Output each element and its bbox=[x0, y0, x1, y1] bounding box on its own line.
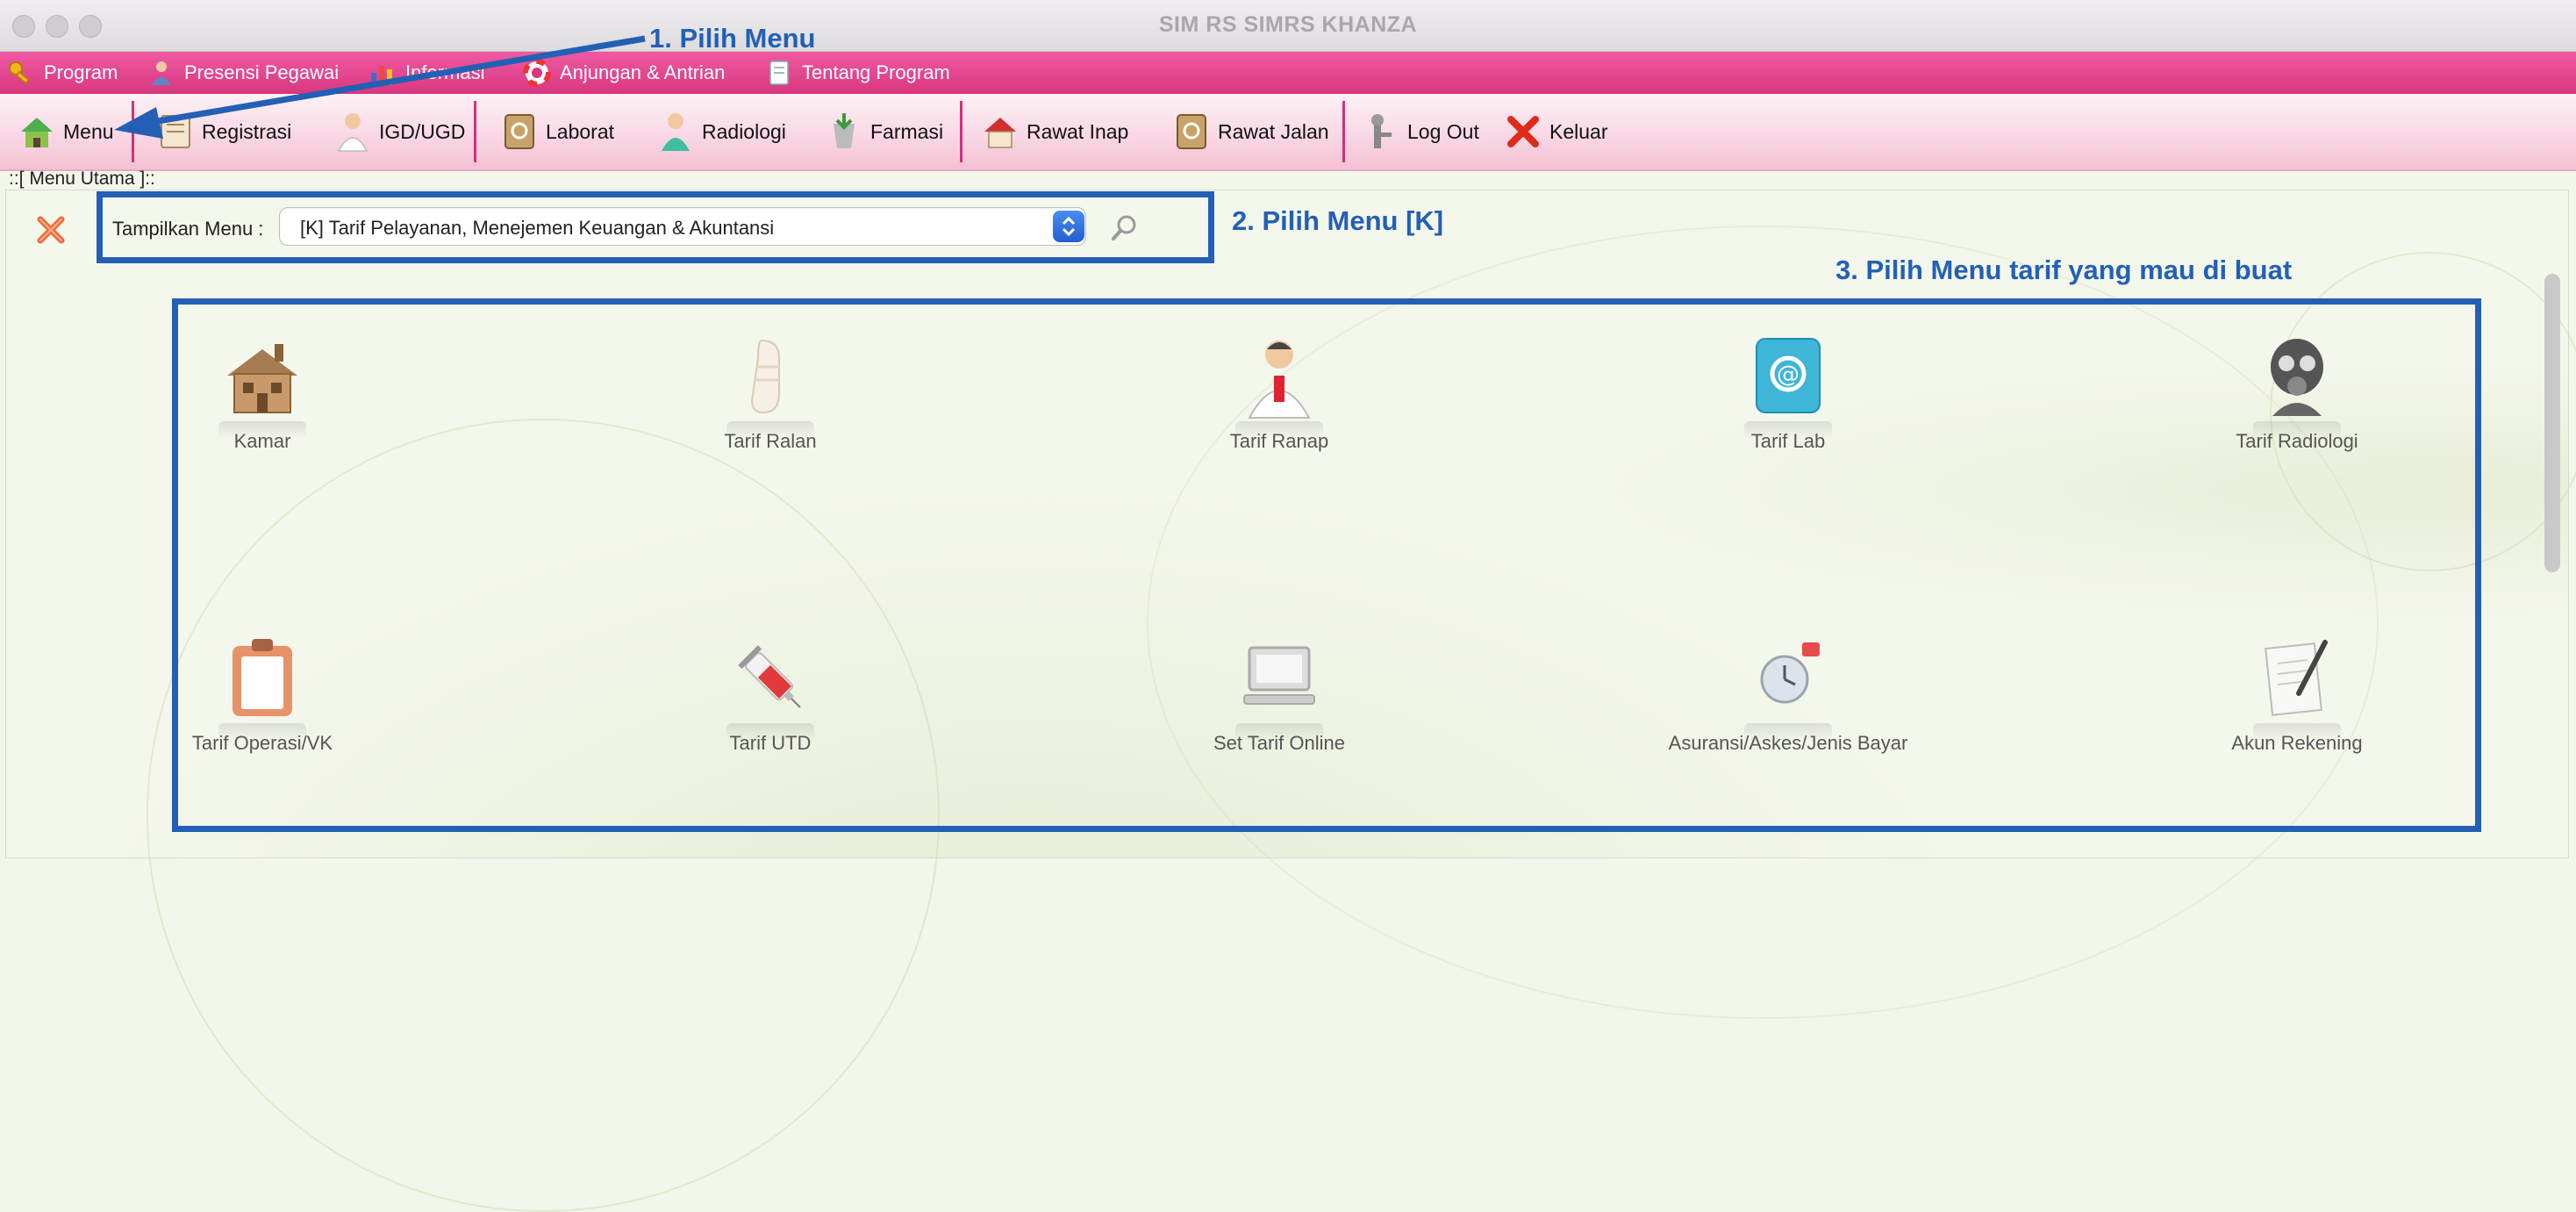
grid-item-akun-rekening[interactable]: Akun Rekening bbox=[2165, 634, 2429, 755]
icon-reflection bbox=[1744, 723, 1832, 741]
syringe-icon bbox=[726, 634, 814, 741]
grid-item-kamar[interactable]: Kamar bbox=[131, 332, 394, 453]
grid-item-tarif-utd[interactable]: Tarif UTD bbox=[639, 634, 902, 755]
icon-reflection bbox=[1744, 421, 1832, 439]
annotation-box-menu-select bbox=[97, 191, 1214, 263]
computer-icon bbox=[1235, 634, 1323, 741]
building-icon bbox=[218, 332, 306, 439]
grid-item-tarif-radiologi[interactable]: Tarif Radiologi bbox=[2165, 332, 2429, 453]
icon-reflection bbox=[1235, 421, 1323, 439]
grid-item-set-tarif-online[interactable]: Set Tarif Online bbox=[1148, 634, 1411, 755]
grid-item-asuransi-askes-jenis-bayar[interactable]: Asuransi/Askes/Jenis Bayar bbox=[1657, 634, 1920, 755]
icon-reflection bbox=[726, 723, 814, 741]
grid-item-tarif-ralan[interactable]: Tarif Ralan bbox=[639, 332, 902, 453]
pen-paper-icon bbox=[2253, 634, 2341, 741]
icon-reflection bbox=[2253, 723, 2341, 741]
grid-item-tarif-ranap[interactable]: Tarif Ranap bbox=[1148, 332, 1411, 453]
svg-text:@: @ bbox=[1777, 362, 1800, 388]
icon-reflection bbox=[726, 421, 814, 439]
gasmask-icon bbox=[2253, 332, 2341, 439]
icon-reflection bbox=[218, 723, 306, 741]
alarm-icon bbox=[1744, 634, 1832, 741]
icon-reflection bbox=[1235, 723, 1323, 741]
annotation-step-1: 1. Pilih Menu bbox=[649, 23, 816, 54]
clipboard-icon bbox=[218, 634, 306, 741]
annotation-step-3: 3. Pilih Menu tarif yang mau di buat bbox=[1835, 255, 2293, 285]
icon-reflection bbox=[218, 421, 306, 439]
address-book-icon: @ bbox=[1744, 332, 1832, 439]
grid-item-tarif-operasi-vk[interactable]: Tarif Operasi/VK bbox=[131, 634, 394, 755]
annotation-step-2: 2. Pilih Menu [K] bbox=[1232, 205, 1444, 236]
icon-reflection bbox=[2253, 421, 2341, 439]
grid-item-tarif-lab[interactable]: @ Tarif Lab bbox=[1657, 332, 1920, 453]
bandage-icon bbox=[726, 332, 814, 439]
doctor-icon bbox=[1235, 332, 1323, 439]
